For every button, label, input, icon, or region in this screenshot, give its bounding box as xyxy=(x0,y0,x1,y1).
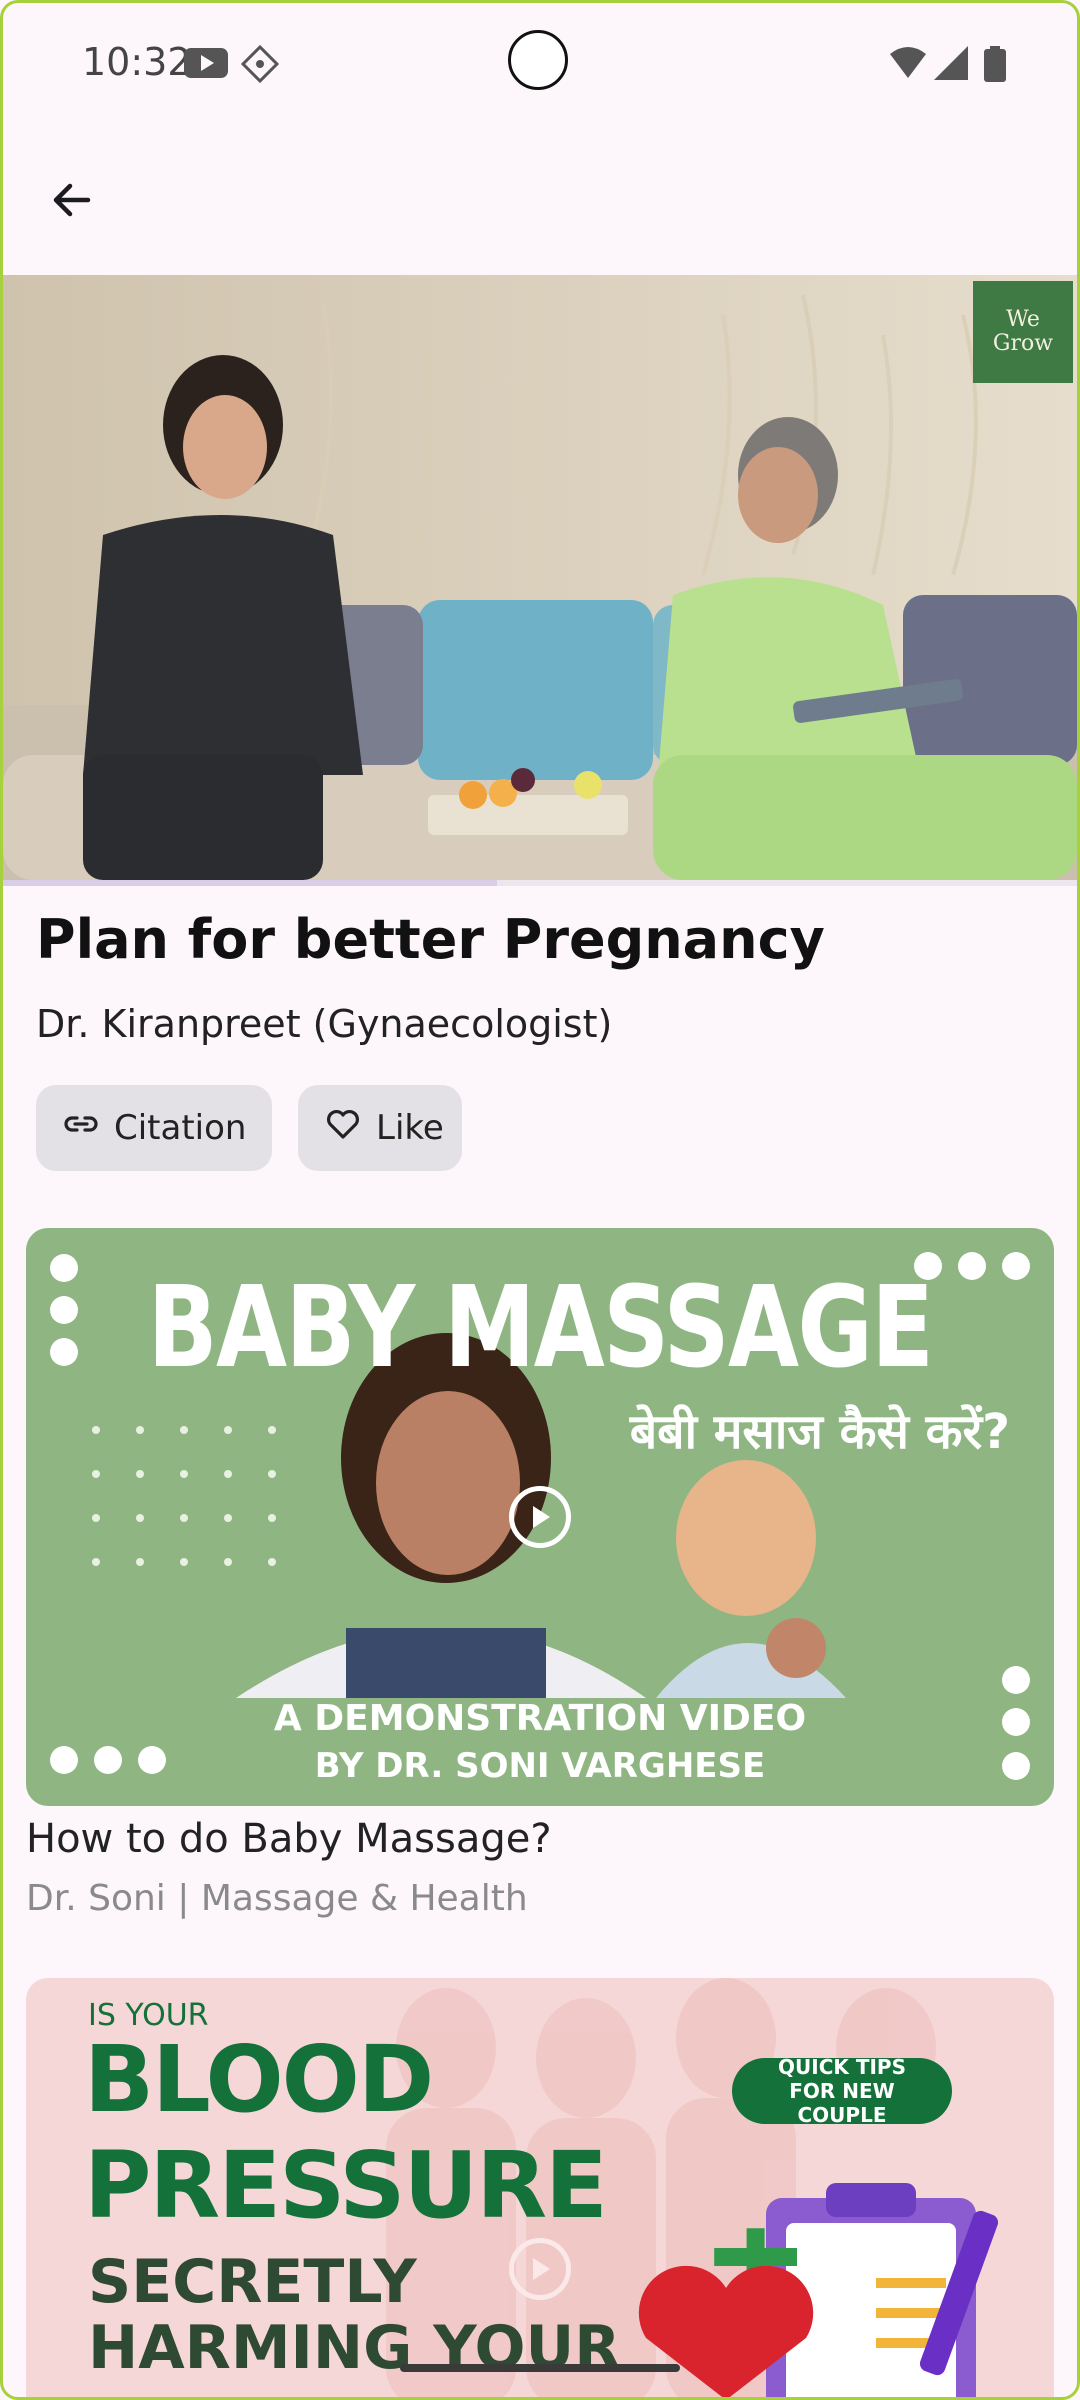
video-author: Dr. Kiranpreet (Gynaecologist) xyxy=(36,1002,613,1046)
citation-button[interactable]: Citation xyxy=(36,1085,272,1171)
video-title: Plan for better Pregnancy xyxy=(36,908,825,971)
play-icon-2[interactable] xyxy=(509,2238,571,2300)
thumb-badge-text: QUICK TIPS FOR NEW COUPLE xyxy=(778,2055,906,2127)
related-video-title[interactable]: How to do Baby Massage? xyxy=(26,1816,552,1862)
play-icon[interactable] xyxy=(509,1486,571,1548)
front-camera xyxy=(508,30,568,90)
channel-logo: We Grow xyxy=(973,281,1073,383)
status-bar: 10:32 xyxy=(0,0,1080,130)
thumb-line-2: PRESSURE xyxy=(84,2132,608,2239)
related-video-subtitle: Dr. Soni | Massage & Health xyxy=(26,1878,528,1919)
signal-icon xyxy=(934,46,968,84)
thumb-caption-1: A DEMONSTRATION VIDEO xyxy=(273,1698,807,1739)
thumb-line-3: SECRETLY xyxy=(88,2247,417,2317)
video-progress-fill xyxy=(3,880,498,886)
citation-label: Citation xyxy=(114,1108,247,1148)
video-frame xyxy=(3,275,1077,880)
thumb-line-1: BLOOD xyxy=(84,2026,434,2133)
thumb-heading: BABY MASSAGE xyxy=(147,1263,934,1393)
wifi-icon xyxy=(888,46,928,84)
link-icon xyxy=(62,1105,100,1152)
video-progress-bar[interactable] xyxy=(3,880,1077,886)
status-time: 10:32 xyxy=(82,40,192,84)
thumb-badge: QUICK TIPS FOR NEW COUPLE xyxy=(732,2055,952,2127)
battery-icon xyxy=(984,46,1006,86)
back-button[interactable] xyxy=(40,170,104,234)
video-player[interactable]: We Grow xyxy=(3,275,1077,880)
related-video-thumbnail[interactable]: BABY MASSAGE बेबी मसाज कैसे करें? A DEMO… xyxy=(26,1228,1054,1806)
thumb-caption-2: BY DR. SONI VARGHESE xyxy=(314,1746,766,1786)
channel-logo-text: We Grow xyxy=(992,307,1054,356)
youtube-icon xyxy=(184,46,228,84)
like-button[interactable]: Like xyxy=(298,1085,462,1171)
arrow-left-icon xyxy=(48,176,96,228)
thumb-subheading: बेबी मसाज कैसे करें? xyxy=(629,1404,1010,1460)
app-notification-icon xyxy=(240,44,280,88)
heart-icon xyxy=(324,1105,362,1152)
related-video-thumbnail-2[interactable]: IS YOUR BLOOD PRESSURE SECRETLY HARMING … xyxy=(26,1978,1054,2400)
gesture-navigation-bar[interactable] xyxy=(400,2364,680,2372)
like-label: Like xyxy=(376,1108,444,1148)
